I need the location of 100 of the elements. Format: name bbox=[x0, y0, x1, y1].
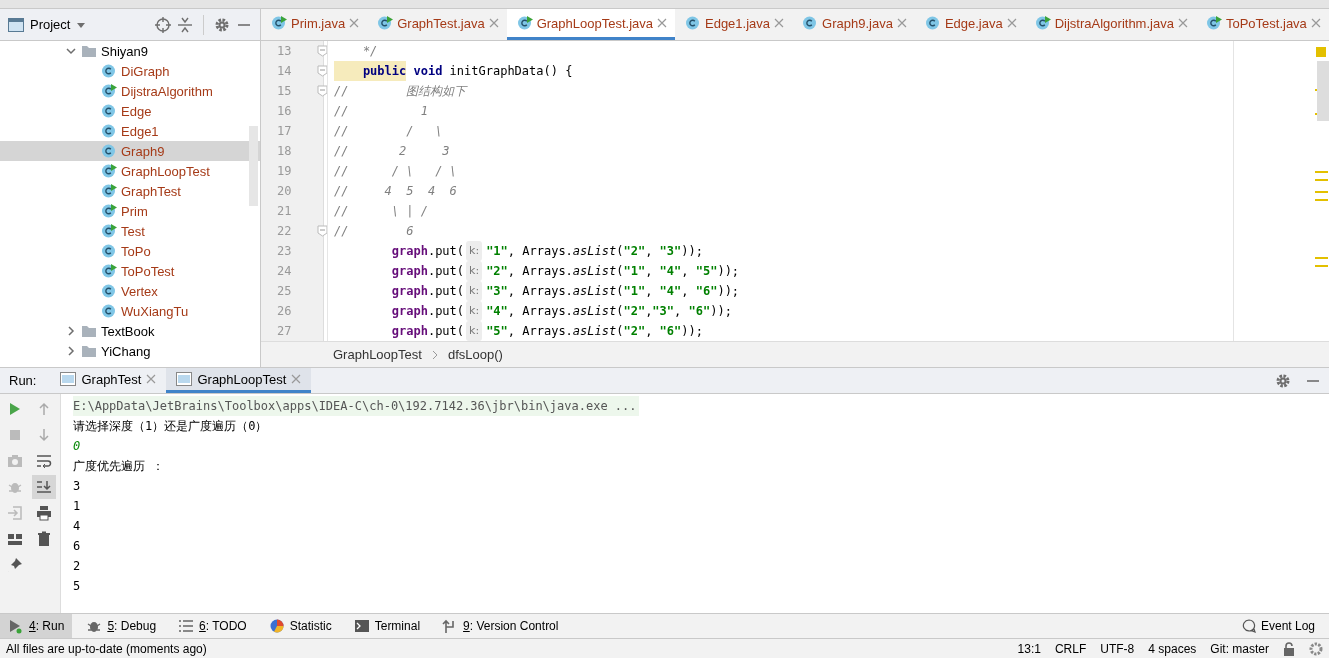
tree-item[interactable]: ToPo bbox=[0, 241, 260, 261]
print-icon[interactable] bbox=[35, 505, 52, 521]
breadcrumb-item[interactable]: GraphLoopTest bbox=[333, 347, 422, 362]
code-token: graph bbox=[390, 283, 428, 300]
collapse-icon[interactable] bbox=[177, 16, 193, 33]
tree-item[interactable]: Test bbox=[0, 221, 260, 241]
close-icon[interactable] bbox=[1177, 18, 1188, 28]
breadcrumb-item[interactable]: dfsLoop() bbox=[447, 347, 503, 362]
event-log-button[interactable]: Event Log bbox=[1233, 614, 1323, 638]
line-number: 14 bbox=[277, 63, 292, 80]
locate-icon[interactable] bbox=[155, 16, 171, 33]
close-icon[interactable] bbox=[146, 374, 157, 384]
tree-item[interactable]: Shiyan9 bbox=[0, 41, 260, 61]
close-icon[interactable] bbox=[349, 18, 360, 28]
tree-item[interactable]: DijstraAlgorithm bbox=[0, 81, 260, 101]
layout-icon[interactable] bbox=[6, 531, 23, 547]
code-token: graph bbox=[390, 303, 428, 320]
close-icon[interactable] bbox=[774, 18, 785, 28]
editor-tab[interactable]: Edge.java bbox=[914, 9, 1025, 40]
fold-marker-icon[interactable] bbox=[317, 225, 328, 237]
tree-item[interactable]: GraphLoopTest bbox=[0, 161, 260, 181]
tool-window-button[interactable]: 6: TODO bbox=[170, 614, 255, 638]
tree-item[interactable]: GraphTest bbox=[0, 181, 260, 201]
scrollbar-thumb[interactable] bbox=[1317, 61, 1329, 121]
run-tab[interactable]: GraphTest bbox=[50, 368, 167, 393]
dropdown-caret-icon[interactable] bbox=[76, 20, 87, 29]
editor-tab[interactable]: GraphTest.java bbox=[367, 9, 507, 40]
status-item[interactable]: UTF-8 bbox=[1100, 641, 1135, 656]
terminal-icon bbox=[353, 618, 370, 634]
parameter-hint: k: bbox=[466, 301, 483, 321]
tool-window-button[interactable]: Terminal bbox=[345, 614, 429, 638]
panel-title[interactable]: Project bbox=[30, 17, 71, 32]
editor-tab[interactable]: Graph9.java bbox=[792, 9, 915, 40]
line-number: 27 bbox=[277, 323, 292, 340]
lock-icon[interactable] bbox=[1283, 641, 1295, 656]
tree-item[interactable]: ToPoTest bbox=[0, 261, 260, 281]
code-token: .put( bbox=[427, 303, 465, 320]
code-token: )); bbox=[681, 243, 703, 260]
code-token: graph bbox=[390, 323, 428, 340]
camera-icon[interactable] bbox=[6, 453, 23, 469]
editor-tab[interactable]: Prim.java bbox=[261, 9, 368, 40]
status-item[interactable]: 13:1 bbox=[1017, 641, 1041, 656]
code-token: .put( bbox=[427, 323, 465, 340]
fold-marker-icon[interactable] bbox=[317, 85, 328, 97]
tree-item[interactable]: Vertex bbox=[0, 281, 260, 301]
editor-tab[interactable]: ToPoTest.java bbox=[1195, 9, 1329, 40]
status-item[interactable]: Git: master bbox=[1210, 641, 1269, 656]
tool-window-button[interactable]: 4: Run bbox=[0, 614, 73, 638]
close-icon[interactable] bbox=[291, 374, 302, 384]
tool-window-button[interactable]: Statistic bbox=[260, 614, 340, 638]
parameter-hint: k: bbox=[466, 281, 483, 301]
line-number: 15 bbox=[277, 83, 292, 100]
line-number: 20 bbox=[277, 183, 292, 200]
editor-tab[interactable]: DijstraAlgorithm.java bbox=[1024, 9, 1196, 40]
chevron-icon bbox=[431, 349, 438, 360]
tree-item[interactable]: TextBook bbox=[0, 321, 260, 341]
console-output: 3 bbox=[73, 479, 81, 493]
tree-item[interactable]: Edge bbox=[0, 101, 260, 121]
exit-icon[interactable] bbox=[6, 505, 23, 521]
status-item[interactable]: 4 spaces bbox=[1148, 641, 1197, 656]
close-icon[interactable] bbox=[488, 18, 499, 28]
soft-wrap-icon[interactable] bbox=[35, 453, 52, 469]
scrollbar-thumb[interactable] bbox=[249, 126, 258, 206]
tree-item[interactable]: DiGraph bbox=[0, 61, 260, 81]
trash-icon[interactable] bbox=[35, 531, 52, 547]
fold-marker-icon[interactable] bbox=[317, 65, 328, 77]
code-token: , Arrays. bbox=[507, 243, 573, 260]
tree-item[interactable]: WuXiangTu bbox=[0, 301, 260, 321]
line-number: 23 bbox=[277, 243, 292, 260]
tool-window-button[interactable]: 9: Version Control bbox=[434, 614, 567, 638]
close-icon[interactable] bbox=[1006, 18, 1017, 28]
editor-tab[interactable]: Edge1.java bbox=[675, 9, 793, 40]
code-line: // 6 bbox=[334, 223, 414, 240]
code-token: "1" bbox=[486, 243, 508, 260]
settings-icon[interactable] bbox=[214, 16, 230, 33]
console-output: 5 bbox=[73, 579, 81, 593]
tree-item[interactable]: Graph9 bbox=[0, 141, 260, 161]
scroll-to-end-icon[interactable] bbox=[31, 475, 56, 499]
tree-item[interactable]: Edge1 bbox=[0, 121, 260, 141]
code-token: )); bbox=[717, 283, 740, 300]
fold-marker-icon[interactable] bbox=[317, 45, 328, 57]
code-token: "2" bbox=[623, 323, 646, 340]
run-label: Run: bbox=[9, 373, 37, 388]
code-token: asList bbox=[572, 263, 617, 280]
line-number: 24 bbox=[277, 263, 292, 280]
parameter-hint: k: bbox=[466, 241, 483, 261]
run-tab[interactable]: GraphLoopTest bbox=[166, 368, 312, 393]
pie-icon bbox=[268, 618, 285, 634]
editor-tab[interactable]: GraphLoopTest.java bbox=[506, 9, 675, 40]
close-icon[interactable] bbox=[896, 18, 907, 28]
tree-item[interactable]: Prim bbox=[0, 201, 260, 221]
tool-window-button[interactable]: 5: Debug bbox=[78, 614, 165, 638]
code-token: "6" bbox=[659, 323, 682, 340]
tree-item[interactable]: YiChang bbox=[0, 341, 260, 361]
close-icon[interactable] bbox=[657, 18, 667, 28]
code-token: asList bbox=[572, 323, 617, 340]
close-icon[interactable] bbox=[1310, 18, 1321, 28]
status-item[interactable]: CRLF bbox=[1054, 641, 1087, 656]
settings-icon[interactable] bbox=[1275, 372, 1291, 389]
console-output: 4 bbox=[73, 519, 81, 533]
